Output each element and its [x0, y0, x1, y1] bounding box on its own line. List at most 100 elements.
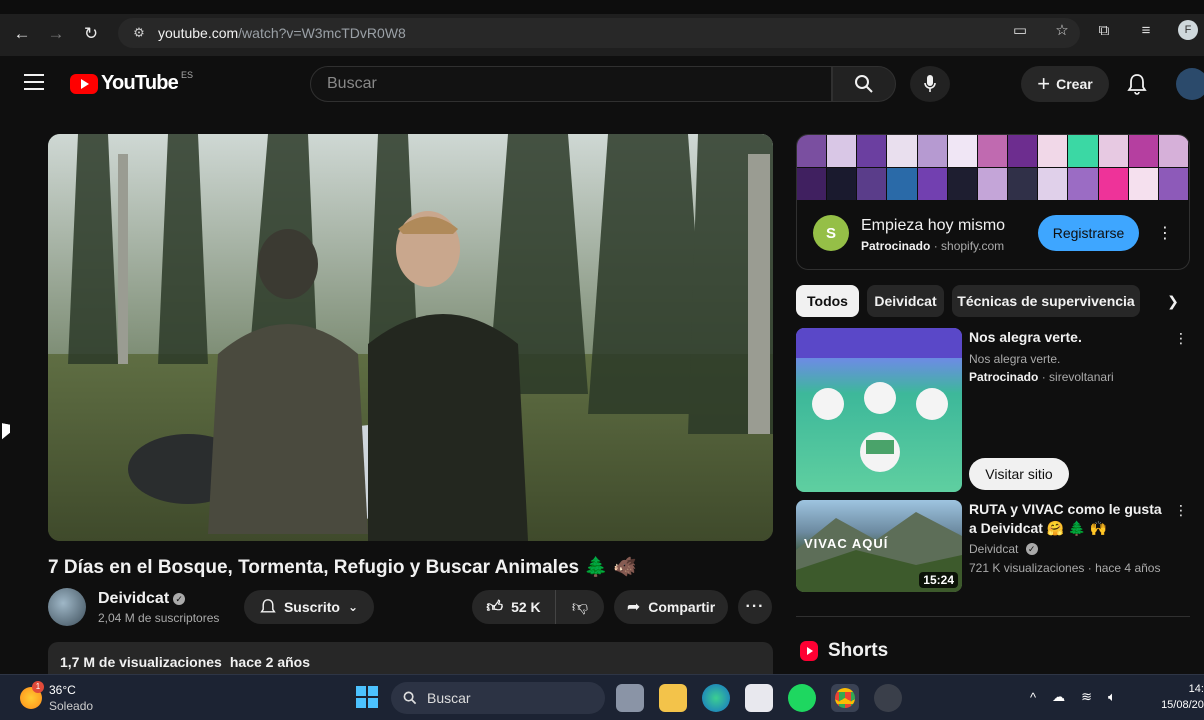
system-tray: ^ ☁ ≋ 🔈︎	[1030, 689, 1116, 705]
video-thumbnail[interactable]: VIVAC AQUÍ 15:24	[796, 500, 962, 592]
rec-title[interactable]: Nos alegra verte.	[969, 328, 1169, 347]
bell-icon	[1127, 74, 1147, 95]
browser-actions: ▭ ☆ ⧉ ≡ F	[1010, 20, 1198, 40]
ad-banner-image[interactable]	[797, 135, 1189, 201]
search-field[interactable]	[310, 66, 832, 102]
sponsored-ad-card[interactable]: S Empieza hoy mismo Patrocinado · shopif…	[796, 134, 1190, 270]
weather-alert-badge: 1	[32, 681, 44, 693]
notifications-button[interactable]	[1124, 70, 1150, 98]
search-input[interactable]	[327, 75, 831, 93]
sponsored-recommendation[interactable]: Nos alegra verte. Nos alegra verte. Patr…	[796, 328, 1190, 494]
url-path: /watch?v=W3mcTDvR0W8	[238, 25, 406, 41]
voice-search-button[interactable]	[910, 66, 950, 102]
site-info-icon[interactable]: ⚙	[130, 24, 148, 42]
rec-views: 721 K visualizaciones	[969, 561, 1085, 575]
clock-time: 14:0	[1188, 683, 1204, 695]
search-button[interactable]	[832, 66, 896, 102]
channel-name-block[interactable]: Deividcat ✓	[98, 590, 186, 608]
chip-todos[interactable]: Todos	[796, 285, 859, 317]
menu-icon[interactable]	[24, 74, 44, 90]
spotify-icon[interactable]	[788, 684, 816, 712]
plus-icon: +	[1037, 71, 1051, 96]
address-bar[interactable]: ⚙ youtube.com/watch?v=W3mcTDvR0W8	[118, 18, 1080, 48]
shorts-label: Shorts	[828, 640, 889, 661]
dislike-button[interactable]: 👎︎	[556, 590, 604, 624]
subscribe-label: Suscrito	[283, 599, 340, 615]
rec-title[interactable]: RUTA y VIVAC como le gusta a Deividcat 🤗…	[969, 500, 1169, 538]
extensions-icon[interactable]: ⧉	[1094, 20, 1114, 40]
bell-icon	[260, 599, 276, 613]
rec-menu-icon[interactable]: ⋮	[1174, 330, 1188, 347]
chevron-down-icon: ⌄	[347, 600, 359, 614]
taskbar-search[interactable]: Buscar	[391, 682, 605, 714]
ad-sponsor-line: Patrocinado · shopify.com	[861, 239, 1005, 253]
task-view-icon[interactable]	[616, 684, 644, 712]
filter-chips: Todos Deividcat Técnicas de supervivenci…	[796, 285, 1190, 317]
ad-cta-button[interactable]: Registrarse	[1038, 215, 1139, 251]
subscribe-button[interactable]: Suscrito ⌄	[244, 590, 374, 624]
onedrive-icon[interactable]: ☁	[1052, 689, 1065, 705]
ad-title[interactable]: Empieza hoy mismo	[861, 217, 1005, 235]
video-player[interactable]	[48, 134, 773, 541]
rec-menu-icon[interactable]: ⋮	[1174, 502, 1188, 519]
wifi-icon[interactable]: ≋	[1081, 689, 1092, 705]
thumbnail-text: VIVAC AQUÍ	[804, 536, 889, 551]
weather-condition[interactable]: Soleado	[49, 699, 93, 713]
country-code: ES	[180, 69, 193, 80]
taskbar-clock[interactable]: 14:0 15/08/202	[1150, 681, 1204, 713]
windows-start-icon[interactable]	[356, 686, 378, 708]
thumbs-up-icon: 👍︎	[486, 598, 504, 616]
youtube-logo[interactable]: YouTube ES	[70, 69, 193, 95]
more-actions-button[interactable]: ···	[738, 590, 772, 624]
search-icon	[855, 75, 873, 93]
ad-info: S Empieza hoy mismo Patrocinado · shopif…	[797, 201, 1189, 269]
share-button[interactable]: ➦ Compartir	[614, 590, 728, 624]
video-frame	[48, 134, 773, 541]
bookmark-star-icon[interactable]: ☆	[1052, 20, 1072, 40]
app-settings-icon[interactable]	[874, 684, 902, 712]
visit-site-button[interactable]: Visitar sitio	[969, 458, 1069, 490]
rec-channel-line: Deividcat ✓	[969, 540, 1038, 558]
tab-strip	[0, 0, 1204, 14]
chevron-up-icon[interactable]: ^	[1030, 690, 1036, 705]
weather-temperature[interactable]: 36°C	[49, 683, 76, 697]
chip-deividcat[interactable]: Deividcat	[867, 285, 944, 317]
recommendation-item[interactable]: VIVAC AQUÍ 15:24 RUTA y VIVAC como le gu…	[796, 500, 1190, 594]
channel-name[interactable]: Deividcat	[98, 590, 169, 607]
media-control-icon[interactable]: ≡	[1136, 20, 1156, 40]
create-button[interactable]: + Crear	[1021, 66, 1109, 102]
create-label: Crear	[1056, 76, 1093, 92]
omnibox-row: ← → ↻ ⚙ youtube.com/watch?v=W3mcTDvR0W8 …	[0, 14, 1204, 54]
chevron-right-icon[interactable]: ❯	[1156, 285, 1190, 317]
shorts-icon	[800, 641, 818, 661]
rec-published: hace 4 años	[1095, 561, 1161, 575]
channel-avatar[interactable]	[48, 588, 86, 626]
edge-icon[interactable]	[702, 684, 730, 712]
volume-icon[interactable]: 🔈︎	[1108, 689, 1116, 705]
description-box[interactable]: 1,7 M de visualizaciones hace 2 años	[48, 642, 773, 676]
store-icon[interactable]	[745, 684, 773, 712]
shorts-header: Shorts	[800, 640, 888, 662]
like-dislike-group: 👍︎ 52 K 👎︎	[472, 590, 604, 624]
chrome-icon[interactable]	[831, 684, 859, 712]
file-explorer-icon[interactable]	[659, 684, 687, 712]
chip-survival[interactable]: Técnicas de supervivencia	[952, 285, 1140, 317]
mouse-cursor-icon	[2, 423, 10, 441]
rec-channel[interactable]: Deividcat	[969, 542, 1018, 556]
rec-stats: 721 K visualizaciones · hace 4 años	[969, 561, 1161, 575]
search-icon	[403, 691, 417, 705]
verified-icon: ✓	[1025, 543, 1038, 555]
logo-text: YouTube	[101, 72, 179, 94]
back-icon[interactable]: ←	[8, 20, 36, 48]
sponsored-thumbnail[interactable]	[796, 328, 962, 492]
account-avatar[interactable]	[1176, 68, 1204, 100]
like-button[interactable]: 👍︎ 52 K	[472, 590, 556, 624]
ad-menu-icon[interactable]: ⋮	[1157, 223, 1173, 243]
forward-icon[interactable]: →	[42, 20, 70, 48]
section-divider	[796, 616, 1190, 617]
profile-avatar[interactable]: F	[1178, 20, 1198, 40]
cast-icon[interactable]: ▭	[1010, 20, 1030, 40]
ad-sponsored-label: Patrocinado	[861, 239, 931, 253]
reload-icon[interactable]: ↻	[77, 20, 105, 48]
url-host: youtube.com	[158, 25, 239, 41]
